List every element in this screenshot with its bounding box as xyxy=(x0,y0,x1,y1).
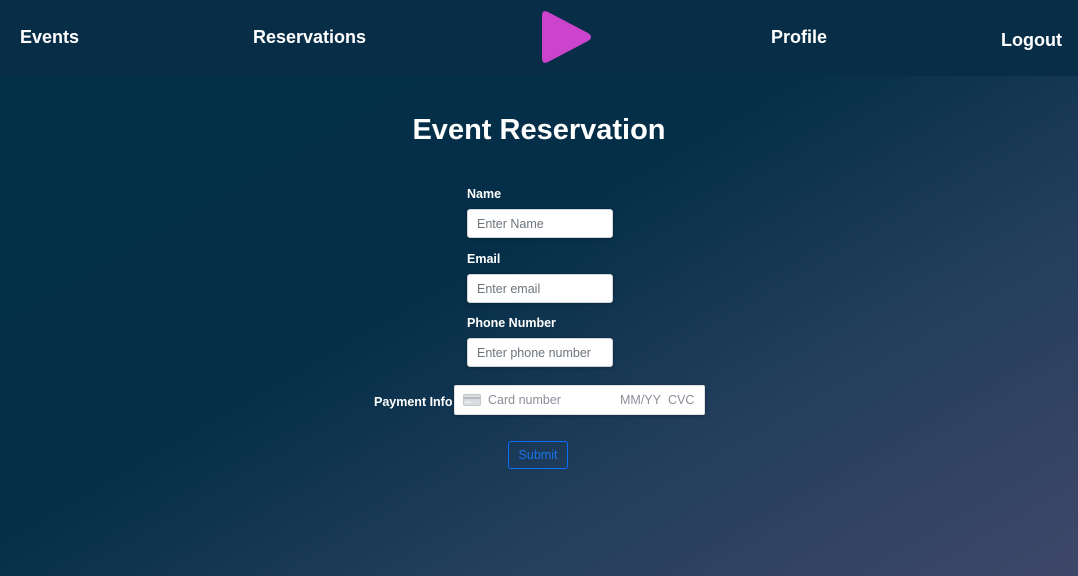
nav-link-logout[interactable]: Logout xyxy=(1001,30,1062,51)
card-number-input[interactable]: Card number xyxy=(488,393,561,407)
email-label: Email xyxy=(467,252,501,266)
phone-label: Phone Number xyxy=(467,316,556,330)
name-label: Name xyxy=(467,187,502,201)
top-navbar: Events Reservations Profile Logout xyxy=(0,0,1078,76)
page-title: Event Reservation xyxy=(412,114,666,146)
phone-input[interactable] xyxy=(467,338,613,367)
card-expiry-input[interactable]: MM/YY xyxy=(620,393,661,407)
email-input[interactable] xyxy=(467,274,613,303)
submit-button[interactable]: Submit xyxy=(508,441,568,469)
nav-link-events[interactable]: Events xyxy=(20,27,79,48)
payment-info-label: Payment Info xyxy=(374,395,453,409)
name-input[interactable] xyxy=(467,209,613,238)
card-payment-field[interactable]: Card number MM/YY CVC xyxy=(454,385,705,415)
nav-link-reservations[interactable]: Reservations xyxy=(253,27,366,48)
credit-card-icon xyxy=(463,394,481,406)
card-cvc-input[interactable]: CVC xyxy=(668,393,694,407)
play-logo-icon[interactable] xyxy=(536,8,594,66)
nav-link-profile[interactable]: Profile xyxy=(771,27,827,48)
